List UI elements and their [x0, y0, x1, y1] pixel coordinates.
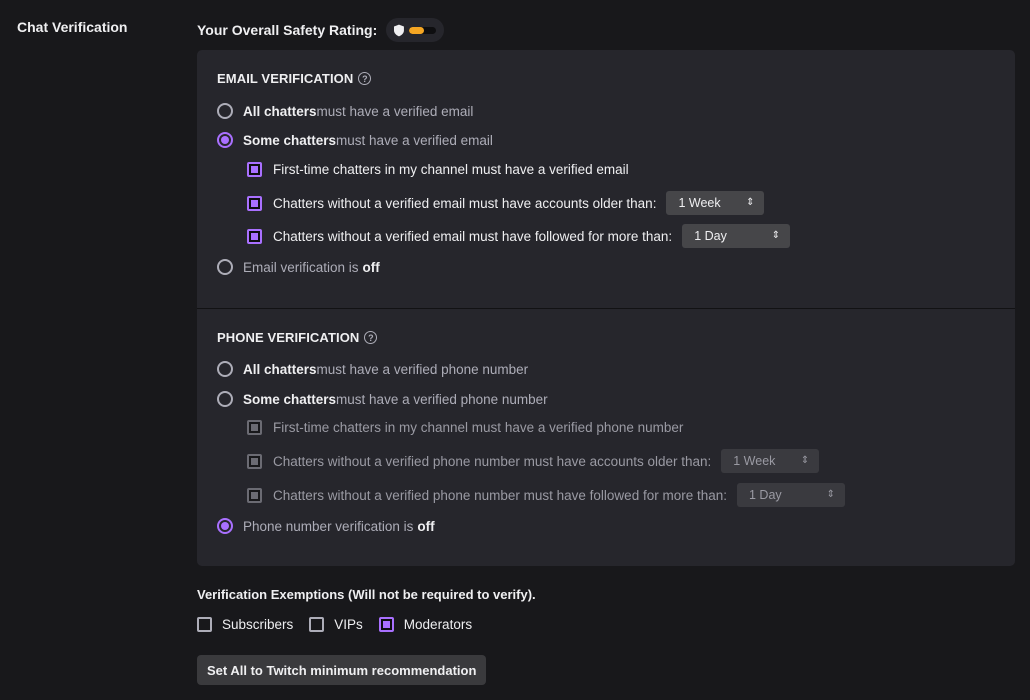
phone-verification-heading: PHONE VERIFICATION: [217, 330, 360, 345]
option-bold: All chatters: [243, 103, 317, 119]
option-text: Phone number verification is: [243, 518, 414, 534]
chevron-updown-icon: ⇕: [800, 455, 810, 466]
option-bold: All chatters: [243, 361, 317, 377]
section-divider: [197, 308, 1015, 309]
sub-option-label: First-time chatters in my channel must h…: [273, 162, 629, 177]
phone-account-age-select[interactable]: 1 Week ⇕: [721, 449, 820, 473]
exemption-subscribers[interactable]: Subscribers: [197, 617, 293, 632]
safety-rating: Your Overall Safety Rating:: [197, 18, 445, 42]
exemptions-list: Subscribers VIPs Moderators: [197, 617, 488, 632]
radio-phone-all[interactable]: [217, 361, 233, 377]
email-sub-account-age[interactable]: Chatters without a verified email must h…: [247, 191, 765, 215]
phone-option-off[interactable]: Phone number verification is off: [217, 518, 435, 534]
exemption-label: VIPs: [334, 617, 363, 632]
checkbox-vips[interactable]: [309, 617, 325, 632]
chevron-updown-icon: ⇕: [771, 230, 781, 241]
exemptions-title: Verification Exemptions (Will not be req…: [197, 587, 536, 602]
select-value: 1 Week: [678, 196, 721, 210]
checkbox-moderators[interactable]: [378, 617, 394, 632]
option-bold: off: [362, 259, 380, 275]
option-bold: off: [417, 518, 435, 534]
option-text: Email verification is: [243, 259, 359, 275]
shield-icon: [394, 24, 405, 36]
select-value: 1 Day: [749, 488, 782, 502]
email-follow-age-select[interactable]: 1 Day ⇕: [682, 224, 791, 248]
checkbox-phone-account-age[interactable]: [247, 453, 262, 469]
sub-option-label: Chatters without a verified email must h…: [273, 228, 673, 244]
sub-option-label: Chatters without a verified email must h…: [273, 195, 657, 211]
phone-sub-follow-age[interactable]: Chatters without a verified phone number…: [247, 483, 845, 507]
option-text: must have a verified phone number: [316, 361, 529, 377]
email-account-age-select[interactable]: 1 Week ⇕: [666, 191, 765, 215]
phone-option-all[interactable]: All chatters must have a verified phone …: [217, 361, 528, 377]
sub-option-label: First-time chatters in my channel must h…: [273, 420, 684, 435]
exemption-label: Moderators: [403, 617, 473, 632]
email-sub-follow-age[interactable]: Chatters without a verified email must h…: [247, 224, 791, 248]
set-minimum-recommendation-button[interactable]: Set All to Twitch minimum recommendation: [197, 655, 487, 685]
phone-sub-account-age[interactable]: Chatters without a verified phone number…: [247, 449, 820, 473]
email-sub-first-time[interactable]: First-time chatters in my channel must h…: [247, 162, 629, 177]
email-verification-title: EMAIL VERIFICATION ?: [217, 71, 372, 86]
chevron-updown-icon: ⇕: [746, 197, 755, 208]
verification-panel: EMAIL VERIFICATION ? All chatters must h…: [197, 50, 1015, 566]
email-verification-heading: EMAIL VERIFICATION: [217, 71, 354, 86]
safety-rating-bar: [409, 26, 437, 34]
exemption-moderators[interactable]: Moderators: [378, 617, 473, 632]
safety-rating-fill: [409, 26, 425, 34]
help-icon[interactable]: ?: [364, 331, 378, 344]
option-text: must have a verified email: [336, 132, 493, 148]
radio-phone-off[interactable]: [217, 518, 233, 534]
select-value: 1 Week: [733, 454, 776, 468]
option-bold: Some chatters: [243, 391, 337, 407]
safety-rating-label: Your Overall Safety Rating:: [197, 22, 378, 38]
checkbox-email-follow-age[interactable]: [247, 228, 262, 244]
option-text: must have a verified email: [316, 103, 474, 119]
checkbox-email-account-age[interactable]: [247, 195, 262, 211]
radio-email-off[interactable]: [217, 259, 233, 275]
chevron-updown-icon: ⇕: [826, 489, 835, 500]
checkbox-phone-first-time[interactable]: [247, 420, 262, 435]
email-option-all[interactable]: All chatters must have a verified email: [217, 103, 473, 119]
option-bold: Some chatters: [243, 132, 337, 148]
checkbox-subscribers[interactable]: [197, 617, 212, 632]
phone-option-some[interactable]: Some chatters must have a verified phone…: [217, 391, 548, 407]
checkbox-email-first-time[interactable]: [247, 162, 262, 177]
sub-option-label: Chatters without a verified phone number…: [273, 487, 727, 503]
section-label: Chat Verification: [17, 19, 128, 35]
radio-email-some[interactable]: [217, 132, 233, 148]
exemption-label: Subscribers: [222, 617, 294, 632]
checkbox-phone-follow-age[interactable]: [247, 487, 262, 503]
phone-verification-title: PHONE VERIFICATION ?: [217, 330, 378, 345]
option-text: must have a verified phone number: [336, 391, 548, 407]
email-option-some[interactable]: Some chatters must have a verified email: [217, 132, 493, 148]
phone-follow-age-select[interactable]: 1 Day ⇕: [737, 483, 845, 507]
help-icon[interactable]: ?: [358, 72, 372, 85]
radio-email-all[interactable]: [217, 103, 233, 119]
select-value: 1 Day: [694, 229, 727, 243]
phone-sub-first-time[interactable]: First-time chatters in my channel must h…: [247, 420, 683, 435]
sub-option-label: Chatters without a verified phone number…: [273, 453, 712, 469]
exemption-vips[interactable]: VIPs: [309, 617, 363, 632]
safety-rating-pill: [386, 18, 445, 42]
email-option-off[interactable]: Email verification is off: [217, 259, 380, 275]
radio-phone-some[interactable]: [217, 391, 233, 407]
